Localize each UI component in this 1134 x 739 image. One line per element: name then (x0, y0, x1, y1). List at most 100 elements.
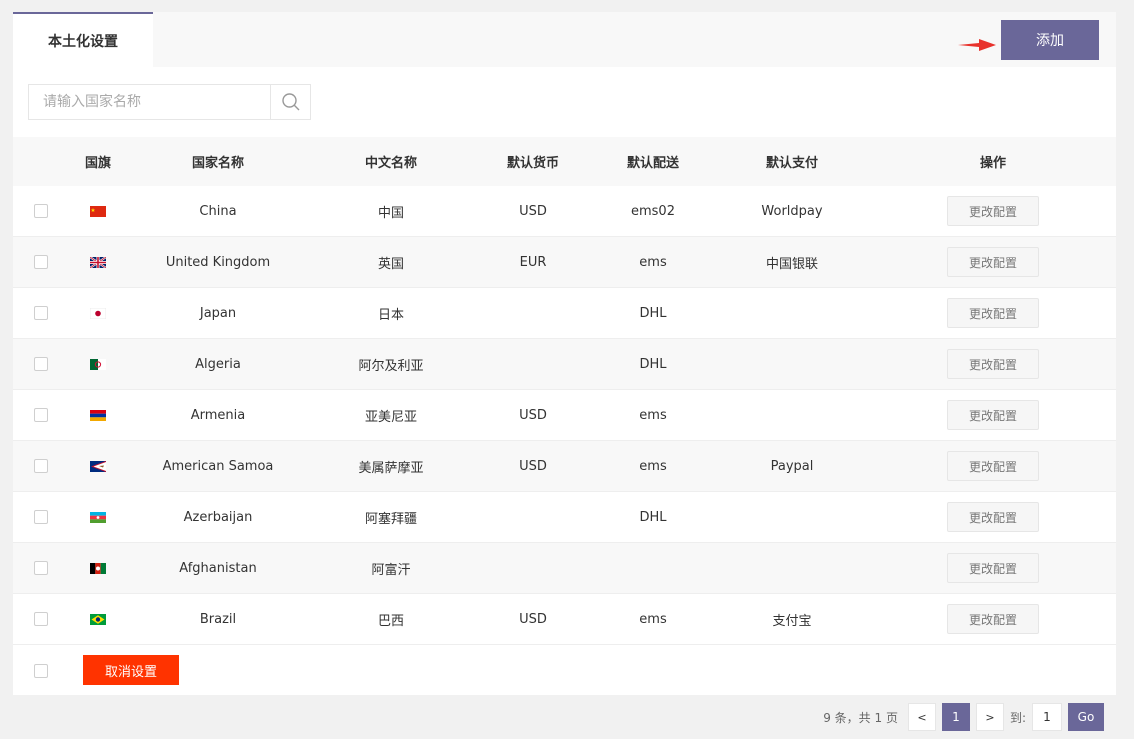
prev-page-button[interactable]: < (907, 703, 936, 731)
search-button[interactable] (270, 85, 310, 119)
default-payment (733, 339, 851, 389)
chinese-name: 阿富汗 (371, 562, 411, 578)
header-flag: 国旗 (84, 156, 111, 171)
china-flag-icon (90, 205, 106, 217)
change-config-button[interactable]: 更改配置 (947, 247, 1039, 277)
row-checkbox[interactable] (34, 204, 48, 218)
row-checkbox-cell (33, 492, 49, 542)
next-page-button[interactable]: > (975, 703, 1004, 731)
row-checkbox[interactable] (34, 357, 48, 371)
search-input[interactable] (29, 85, 270, 119)
default-payment (733, 288, 851, 338)
default-currency: USD (519, 407, 547, 423)
table-row: Algeria 阿尔及利亚 DHL 更改配置 (13, 339, 1116, 390)
default-currency: USD (519, 611, 547, 627)
row-checkbox[interactable] (34, 408, 48, 422)
row-checkbox[interactable] (34, 306, 48, 320)
azerbaijan-flag-icon (90, 511, 106, 523)
action-cell: 更改配置 (943, 390, 1043, 440)
uk-flag-icon (90, 256, 106, 268)
default-shipping (603, 543, 703, 593)
default-payment: Worldpay (761, 203, 823, 219)
country-name: Armenia (190, 407, 246, 423)
go-button[interactable]: Go (1068, 703, 1104, 731)
action-cell: 更改配置 (943, 543, 1043, 593)
country-name: Azerbaijan (183, 509, 253, 525)
goto-label: 到: (1009, 710, 1026, 725)
country-name: American Samoa (162, 458, 274, 474)
default-shipping: ems (639, 254, 667, 270)
japan-flag-icon (90, 307, 106, 319)
flag-cell (83, 186, 113, 236)
flag-cell (83, 339, 113, 389)
chinese-name: 美属萨摩亚 (358, 460, 424, 476)
chinese-name: 日本 (377, 307, 404, 323)
country-name: China (199, 203, 237, 219)
localization-panel: 本土化设置 添加 国旗 国家名称 中文名称 默认货币 默认配送 默认支付 操作 … (13, 12, 1116, 739)
row-checkbox[interactable] (34, 459, 48, 473)
select-all-cell (33, 645, 49, 696)
pagination: 9 条，共 1 页 < 1 > 到: 1 Go (13, 695, 1116, 739)
country-name: United Kingdom (165, 254, 271, 270)
tab-localization-settings[interactable]: 本土化设置 (13, 12, 153, 67)
algeria-flag-icon (90, 358, 106, 370)
page-1-button[interactable]: 1 (941, 703, 970, 731)
table-row: Armenia 亚美尼亚 USD ems 更改配置 (13, 390, 1116, 441)
chinese-name: 中国 (377, 205, 404, 221)
default-payment (733, 492, 851, 542)
default-payment (733, 390, 851, 440)
flag-cell (83, 594, 113, 644)
red-arrow-icon (958, 39, 996, 51)
change-config-button[interactable]: 更改配置 (947, 553, 1039, 583)
table-row: Afghanistan 阿富汗 更改配置 (13, 543, 1116, 594)
row-checkbox-cell (33, 288, 49, 338)
change-config-button[interactable]: 更改配置 (947, 298, 1039, 328)
change-config-button[interactable]: 更改配置 (947, 349, 1039, 379)
chinese-name: 巴西 (377, 613, 404, 629)
row-checkbox-cell (33, 186, 49, 236)
afghanistan-flag-icon (90, 562, 106, 574)
default-currency: EUR (519, 254, 547, 270)
change-config-button[interactable]: 更改配置 (947, 400, 1039, 430)
change-config-button[interactable]: 更改配置 (947, 604, 1039, 634)
select-all-checkbox[interactable] (34, 663, 48, 678)
row-checkbox[interactable] (34, 510, 48, 524)
change-config-button[interactable]: 更改配置 (947, 451, 1039, 481)
default-currency: USD (519, 203, 547, 219)
table-body: China 中国 USD ems02 Worldpay 更改配置 United Kingdo… (13, 186, 1116, 645)
country-table: 国旗 国家名称 中文名称 默认货币 默认配送 默认支付 操作 China 中国 US… (13, 137, 1116, 696)
armenia-flag-icon (90, 409, 106, 421)
country-name: Japan (199, 305, 237, 321)
table-row: China 中国 USD ems02 Worldpay 更改配置 (13, 186, 1116, 237)
default-shipping: ems (639, 407, 667, 423)
change-config-button[interactable]: 更改配置 (947, 502, 1039, 532)
tab-bar: 本土化设置 添加 (13, 12, 1116, 67)
flag-cell (83, 237, 113, 287)
add-button[interactable]: 添加 (1001, 20, 1099, 60)
chinese-name: 亚美尼亚 (364, 409, 417, 425)
default-payment: Paypal (770, 458, 814, 474)
action-cell: 更改配置 (943, 186, 1043, 236)
chinese-name: 阿尔及利亚 (358, 358, 424, 374)
row-checkbox[interactable] (34, 612, 48, 626)
header-chinese-name: 中文名称 (364, 156, 417, 171)
search-icon (281, 93, 299, 111)
row-checkbox-cell (33, 339, 49, 389)
row-checkbox-cell (33, 594, 49, 644)
goto-page-input[interactable]: 1 (1032, 703, 1062, 731)
change-config-button[interactable]: 更改配置 (947, 196, 1039, 226)
header-country-name: 国家名称 (191, 156, 244, 171)
default-shipping: ems02 (631, 203, 675, 219)
row-checkbox-cell (33, 390, 49, 440)
flag-cell (83, 492, 113, 542)
cancel-settings-button[interactable]: 取消设置 (83, 655, 179, 685)
row-checkbox[interactable] (34, 561, 48, 575)
row-checkbox[interactable] (34, 255, 48, 269)
action-cell: 更改配置 (943, 288, 1043, 338)
table-row: Japan 日本 DHL 更改配置 (13, 288, 1116, 339)
action-cell: 更改配置 (943, 237, 1043, 287)
default-currency (483, 288, 583, 338)
search-box (28, 84, 311, 120)
default-currency (483, 339, 583, 389)
flag-cell (83, 441, 113, 491)
